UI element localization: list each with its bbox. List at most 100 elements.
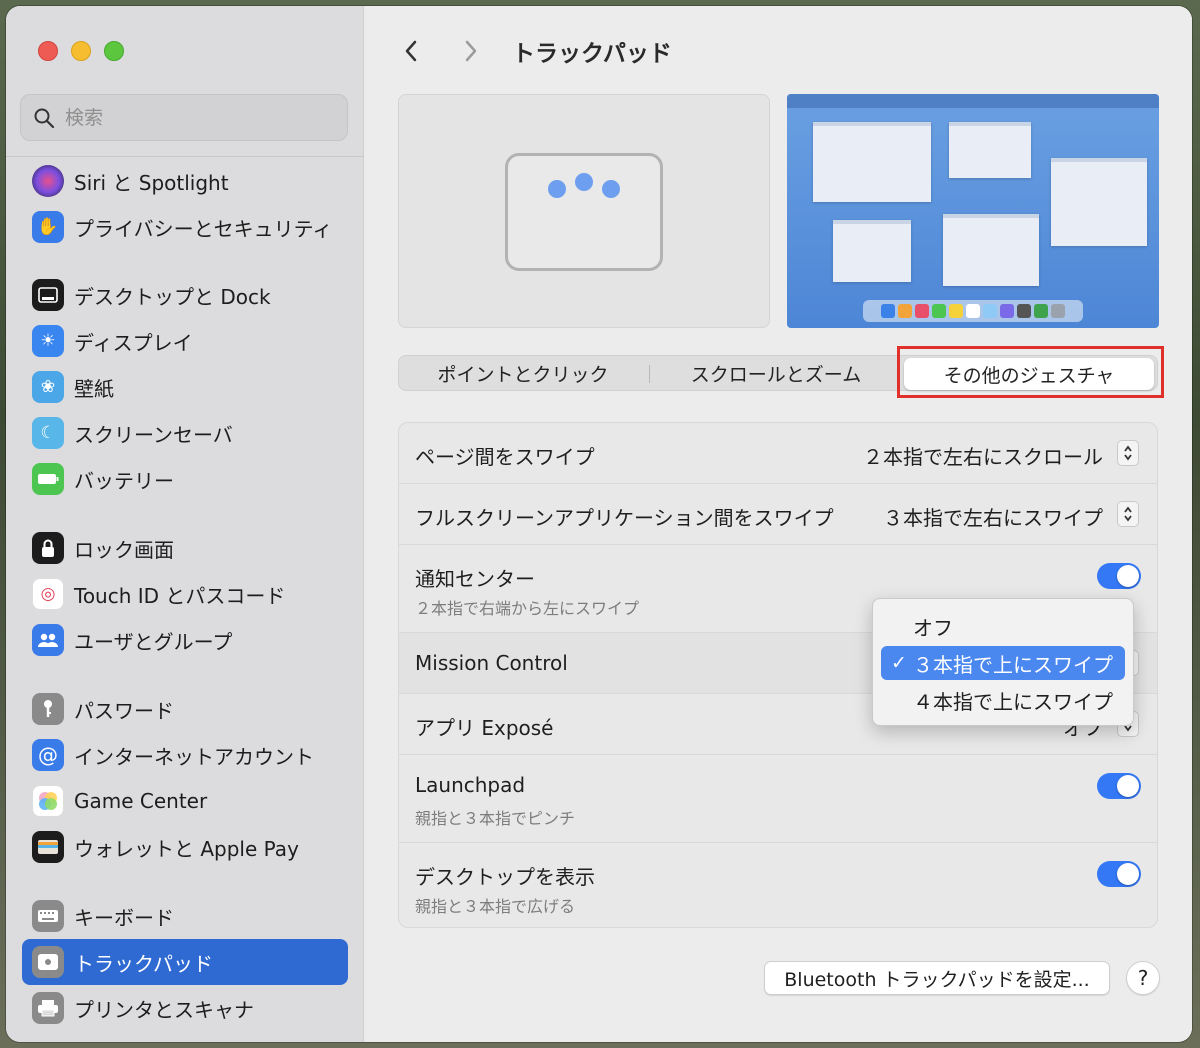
gesture-preview-screen (787, 94, 1159, 328)
back-button[interactable] (396, 36, 426, 66)
launchpad-toggle[interactable] (1097, 773, 1141, 799)
menu-item-off[interactable]: オフ (881, 609, 1125, 643)
sidebar-item-label: ロック画面 (74, 537, 174, 562)
finger-dot (548, 180, 566, 198)
sidebar-item-keyboard[interactable]: キーボード (22, 893, 348, 939)
sidebar-item-label: Game Center (74, 789, 208, 813)
flower-icon: ❀ (32, 371, 64, 403)
sidebar-item-label: パスワード (74, 698, 174, 723)
gesture-preview-trackpad (398, 94, 770, 328)
chevron-up-down-icon (1124, 506, 1132, 522)
sidebar-item-label: ウォレットと Apple Pay (74, 836, 299, 861)
sidebar-item-label: ディスプレイ (74, 330, 193, 355)
setting-label: ページ間をスワイプ (415, 445, 595, 469)
chevron-up-down-icon (1124, 445, 1132, 461)
sidebar-item-desktop-dock[interactable]: デスクトップと Dock (22, 272, 348, 318)
popup-stepper[interactable] (1117, 440, 1139, 466)
trackpad-illustration (505, 153, 663, 271)
menu-item-four-finger-swipe-up[interactable]: ４本指で上にスワイプ (881, 683, 1125, 717)
sidebar-item-privacy[interactable]: ✋ プライバシーとセキュリティ (22, 204, 348, 250)
close-button[interactable] (38, 41, 58, 61)
screensaver-icon: ☾ (32, 417, 64, 449)
setting-label: デスクトップを表示 (415, 865, 595, 889)
search-field[interactable] (20, 94, 348, 141)
sidebar-item-label: Siri と Spotlight (74, 170, 229, 195)
preview-window (833, 220, 911, 282)
lock-icon (32, 532, 64, 564)
dock-icon (32, 279, 64, 311)
setting-value[interactable]: ３本指で左右にスワイプ (883, 502, 1103, 531)
page-title: トラックパッド (512, 41, 672, 67)
show-desktop-toggle[interactable] (1097, 861, 1141, 887)
mission-control-popup-menu: オフ ✓ ３本指で上にスワイプ ４本指で上にスワイプ (872, 598, 1134, 726)
search-input[interactable] (65, 106, 315, 129)
sidebar: Siri と Spotlight ✋ プライバシーとセキュリティ デスクトップと… (6, 6, 364, 1042)
tab-scroll-and-zoom[interactable]: スクロールとズーム (651, 356, 901, 390)
setting-label: フルスクリーンアプリケーション間をスワイプ (415, 506, 834, 530)
sidebar-item-label: Touch ID とパスコード (74, 583, 286, 608)
sidebar-item-label: 壁紙 (74, 376, 114, 401)
preview-menubar (787, 94, 1159, 108)
sidebar-divider (6, 156, 364, 157)
menu-item-three-finger-swipe-up[interactable]: ✓ ３本指で上にスワイプ (881, 646, 1125, 680)
preview-window (949, 122, 1031, 178)
sidebar-item-passwords[interactable]: パスワード (22, 686, 348, 732)
sidebar-item-siri[interactable]: Siri と Spotlight (22, 158, 348, 204)
sidebar-item-game-center[interactable]: Game Center (22, 778, 348, 824)
trackpad-icon (32, 946, 64, 978)
search-icon (34, 108, 55, 128)
menu-item-label: オフ (913, 615, 953, 640)
sidebar-item-label: トラックパッド (74, 951, 213, 976)
setting-description: ２本指で右端から左にスワイプ (415, 599, 640, 618)
main-pane: トラックパッド ポイントとクリック スクロールとズーム その他のジェスチャ ペー… (364, 6, 1192, 1042)
sidebar-item-users[interactable]: ユーザとグループ (22, 617, 348, 663)
setting-label: Mission Control (415, 651, 568, 675)
sidebar-item-label: プリンタとスキャナ (74, 997, 254, 1022)
sidebar-item-lock-screen[interactable]: ロック画面 (22, 525, 348, 571)
sidebar-item-label: スクリーンセーバ (74, 422, 233, 447)
chevron-left-icon (405, 40, 417, 62)
sidebar-item-battery[interactable]: バッテリー (22, 456, 348, 502)
siri-icon (32, 165, 64, 197)
menu-item-label: ３本指で上にスワイプ (913, 652, 1113, 677)
setup-bluetooth-trackpad-button[interactable]: Bluetooth トラックパッドを設定... (764, 961, 1110, 995)
keyboard-icon (32, 900, 64, 932)
preview-window (1051, 158, 1147, 246)
minimize-button[interactable] (71, 41, 91, 61)
sidebar-item-wallet[interactable]: ウォレットと Apple Pay (22, 824, 348, 870)
zoom-button[interactable] (104, 41, 124, 61)
sidebar-item-printers[interactable]: プリンタとスキャナ (22, 985, 348, 1031)
hand-icon: ✋ (32, 211, 64, 243)
sidebar-item-label: ユーザとグループ (74, 629, 233, 654)
tab-separator (649, 365, 650, 383)
sidebar-item-display[interactable]: ☀ ディスプレイ (22, 318, 348, 364)
finger-dot (575, 173, 593, 191)
sidebar-item-label: バッテリー (74, 468, 174, 493)
tab-more-gestures[interactable]: その他のジェスチャ (904, 358, 1154, 390)
setting-description: 親指と３本指でピンチ (415, 809, 576, 828)
sidebar-item-label: デスクトップと Dock (74, 284, 271, 309)
forward-button[interactable] (456, 36, 486, 66)
setting-row: Launchpad 親指と３本指でピンチ (399, 755, 1157, 843)
chevron-right-icon (465, 40, 477, 62)
sidebar-item-label: インターネットアカウント (74, 744, 314, 769)
setting-value[interactable]: ２本指で左右にスクロール (863, 441, 1103, 470)
at-icon: @ (32, 739, 64, 771)
sidebar-item-trackpad[interactable]: トラックパッド (22, 939, 348, 985)
notification-center-toggle[interactable] (1097, 563, 1141, 589)
sidebar-item-screensaver[interactable]: ☾ スクリーンセーバ (22, 410, 348, 456)
sidebar-item-wallpaper[interactable]: ❀ 壁紙 (22, 364, 348, 410)
setting-label: Launchpad (415, 773, 526, 797)
settings-window: Siri と Spotlight ✋ プライバシーとセキュリティ デスクトップと… (6, 6, 1192, 1042)
popup-stepper[interactable] (1117, 501, 1139, 527)
setting-label: アプリ Exposé (415, 716, 554, 740)
sidebar-item-touch-id[interactable]: ◎ Touch ID とパスコード (22, 571, 348, 617)
sidebar-item-internet-accounts[interactable]: @ インターネットアカウント (22, 732, 348, 778)
tab-point-and-click[interactable]: ポイントとクリック (399, 356, 647, 390)
preview-window (813, 122, 931, 202)
setting-label: 通知センター (415, 567, 535, 591)
help-button[interactable]: ? (1126, 961, 1160, 995)
preview-dock (863, 300, 1083, 322)
battery-icon (32, 463, 64, 495)
setting-row: フルスクリーンアプリケーション間をスワイプ ３本指で左右にスワイプ (399, 484, 1157, 545)
